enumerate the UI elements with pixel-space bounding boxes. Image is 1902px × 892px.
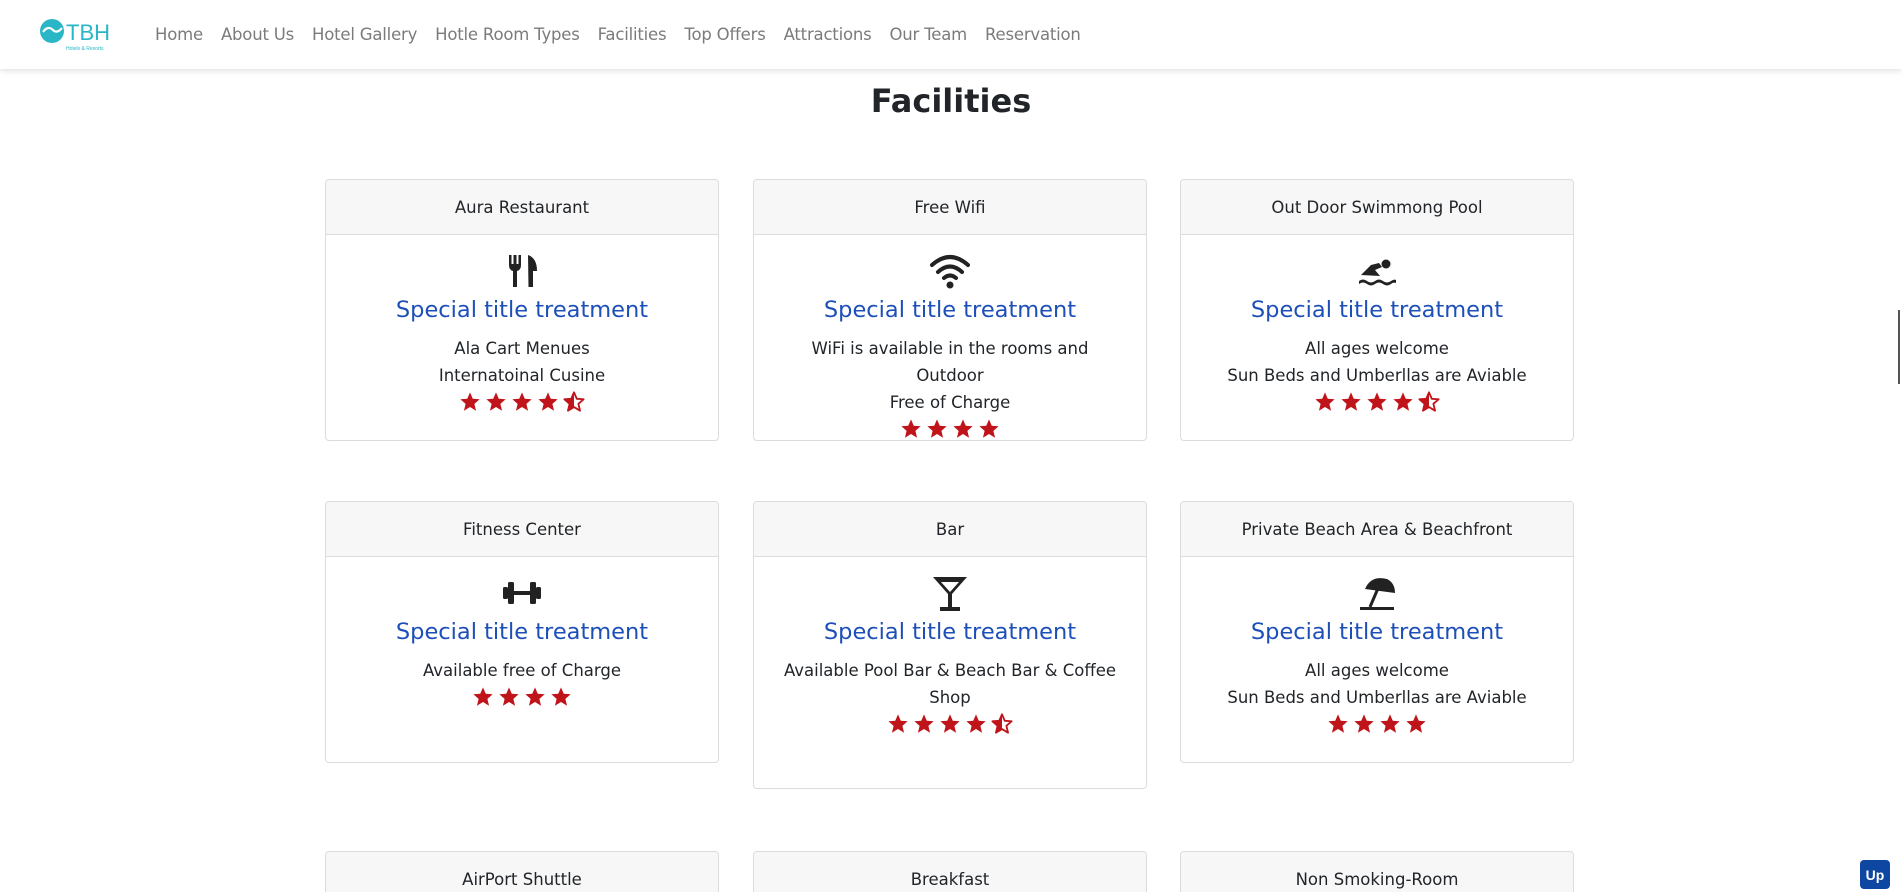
star-icon — [1380, 714, 1400, 733]
card-header: Breakfast — [754, 852, 1146, 892]
card-text: Available free of Charge — [326, 657, 718, 684]
star-rating — [326, 686, 718, 710]
card-text-line: Shop — [929, 688, 971, 707]
star-icon — [940, 714, 960, 733]
card-header: Private Beach Area & Beachfront — [1181, 502, 1573, 557]
card-text-line: Sun Beds and Umberllas are Aviable — [1227, 688, 1527, 707]
brand-logo-subtext: Hotels & Resorts — [66, 46, 104, 52]
facility-card-beach: Private Beach Area & Beachfront Special … — [1180, 501, 1574, 763]
star-rating — [1181, 713, 1573, 737]
star-icon — [1406, 714, 1426, 733]
facility-card-breakfast: Breakfast — [753, 851, 1147, 892]
card-header: Out Door Swimmong Pool — [1181, 180, 1573, 235]
star-rating — [1181, 391, 1573, 415]
facility-card-bar: Bar Special title treatment Available Po… — [753, 501, 1147, 789]
star-half-icon — [563, 391, 585, 412]
swimmer-icon — [1359, 259, 1396, 286]
card-text-line: Free of Charge — [889, 393, 1011, 412]
nav-links: Home About Us Hotel Gallery Hotle Room T… — [146, 0, 1090, 69]
card-title: Special title treatment — [395, 619, 649, 645]
card-text-line: All ages welcome — [1305, 661, 1449, 680]
star-rating — [326, 391, 718, 415]
card-text-line: All ages welcome — [1305, 339, 1449, 358]
star-icon — [460, 392, 480, 411]
star-icon — [927, 419, 947, 438]
brand-logo[interactable]: TBH Hotels & Resorts — [38, 16, 118, 54]
nav-item-reservation[interactable]: Reservation — [976, 25, 1090, 44]
card-text: All ages welcome Sun Beds and Umberllas … — [1181, 335, 1573, 389]
facility-card-wifi: Free Wifi Special title treatment WiFi i… — [753, 179, 1147, 441]
card-title: Special title treatment — [823, 619, 1077, 645]
card-text-line: Available Pool Bar & Beach Bar & Coffee — [783, 661, 1117, 680]
nav-item-top-offers[interactable]: Top Offers — [675, 25, 774, 44]
card-text: All ages welcome Sun Beds and Umberllas … — [1181, 657, 1573, 711]
card-text: WiFi is available in the rooms and Outdo… — [754, 335, 1146, 416]
star-icon — [486, 392, 506, 411]
facility-card-fitness: Fitness Center Special title treatment A… — [325, 501, 719, 763]
star-icon — [499, 687, 519, 706]
card-header: Free Wifi — [754, 180, 1146, 235]
facility-card-non-smoking: Non Smoking-Room — [1180, 851, 1574, 892]
star-icon — [1367, 392, 1387, 411]
card-title: Special title treatment — [395, 297, 649, 323]
card-text-line: WiFi is available in the rooms and Outdo… — [811, 339, 1089, 385]
dumbbell-icon — [503, 582, 541, 604]
card-text-line: Ala Cart Menues — [454, 339, 590, 358]
star-icon — [966, 714, 986, 733]
nav-item-about-us[interactable]: About Us — [212, 25, 303, 44]
star-icon — [1341, 392, 1361, 411]
facility-card-airport-shuttle: AirPort Shuttle — [325, 851, 719, 892]
star-icon — [901, 419, 921, 438]
nav-item-attractions[interactable]: Attractions — [775, 25, 881, 44]
star-half-icon — [991, 713, 1013, 734]
star-icon — [512, 392, 532, 411]
navbar: TBH Hotels & Resorts Home About Us Hotel… — [0, 0, 1902, 69]
scroll-up-button[interactable]: Up — [1860, 860, 1890, 889]
star-icon — [1328, 714, 1348, 733]
star-icon — [525, 687, 545, 706]
star-rating — [754, 418, 1146, 440]
card-text-line: Available free of Charge — [422, 661, 622, 680]
scrollbar-thumb[interactable] — [1898, 310, 1900, 384]
facility-card-pool: Out Door Swimmong Pool Special title tre… — [1180, 179, 1574, 441]
card-header: Fitness Center — [326, 502, 718, 557]
star-icon — [1354, 714, 1374, 733]
card-text: Available Pool Bar & Beach Bar & Coffee … — [754, 657, 1146, 711]
star-icon — [538, 392, 558, 411]
utensils-icon — [509, 255, 537, 287]
nav-item-our-team[interactable]: Our Team — [881, 25, 976, 44]
card-text-line: Internatoinal Cusine — [438, 366, 606, 385]
card-header: Aura Restaurant — [326, 180, 718, 235]
star-icon — [953, 419, 973, 438]
card-title: Special title treatment — [1250, 297, 1504, 323]
card-text-line: Sun Beds and Umberllas are Aviable — [1227, 366, 1527, 385]
card-header: Non Smoking-Room — [1181, 852, 1573, 892]
section-title: Facilities — [870, 82, 1032, 120]
nav-item-facilities[interactable]: Facilities — [589, 25, 676, 44]
card-header: AirPort Shuttle — [326, 852, 718, 892]
card-title: Special title treatment — [823, 297, 1077, 323]
cocktail-icon — [933, 577, 967, 611]
nav-item-room-types[interactable]: Hotle Room Types — [426, 25, 588, 44]
card-title: Special title treatment — [1250, 619, 1504, 645]
star-icon — [914, 714, 934, 733]
star-icon — [473, 687, 493, 706]
card-header: Bar — [754, 502, 1146, 557]
nav-item-hotel-gallery[interactable]: Hotel Gallery — [303, 25, 426, 44]
brand-logo-text: TBH — [66, 20, 110, 45]
facility-card-restaurant: Aura Restaurant Special title treatment … — [325, 179, 719, 441]
star-rating — [754, 713, 1146, 737]
wifi-icon — [930, 255, 970, 289]
star-icon — [979, 419, 999, 438]
star-icon — [888, 714, 908, 733]
star-half-icon — [1418, 391, 1440, 412]
beach-umbrella-icon — [1360, 578, 1395, 610]
card-text: Ala Cart Menues Internatoinal Cusine — [326, 335, 718, 389]
nav-item-home[interactable]: Home — [146, 25, 212, 44]
star-icon — [551, 687, 571, 706]
star-icon — [1315, 392, 1335, 411]
star-icon — [1393, 392, 1413, 411]
